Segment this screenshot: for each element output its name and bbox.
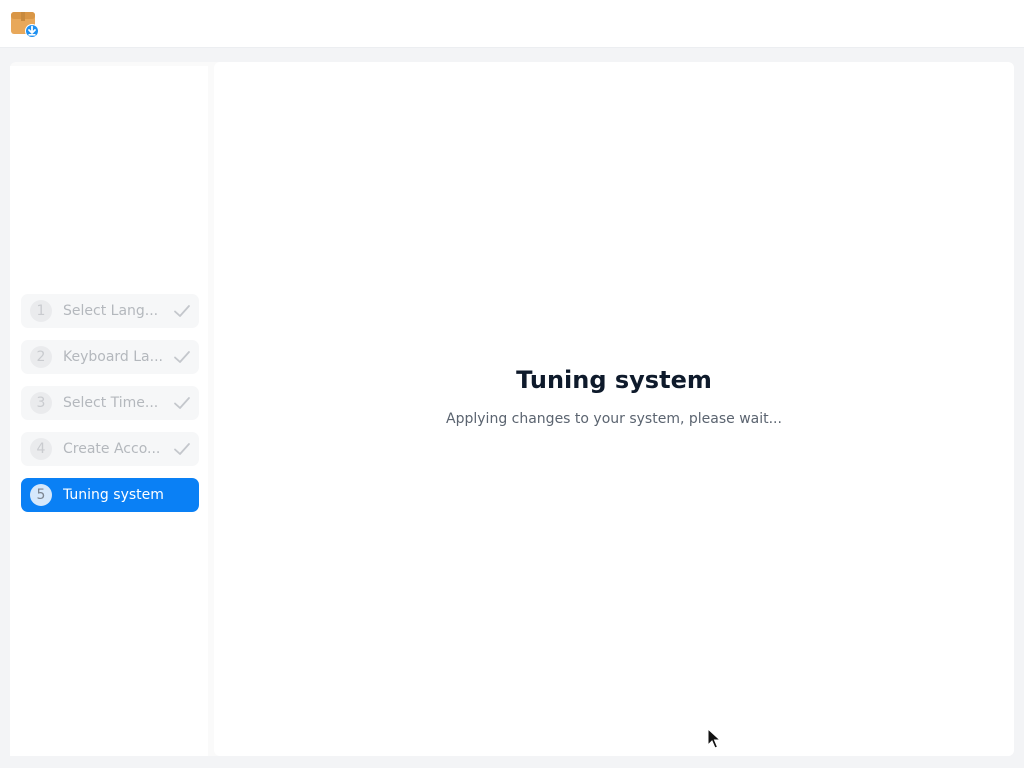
main-content-panel xyxy=(214,62,1014,756)
step-number: 4 xyxy=(30,438,52,460)
step-label: Select Time... xyxy=(63,395,159,411)
check-icon xyxy=(174,397,190,409)
step-number: 1 xyxy=(30,300,52,322)
mouse-pointer-icon xyxy=(707,728,721,749)
step-number: 5 xyxy=(30,484,52,506)
step-number: 2 xyxy=(30,346,52,368)
step-number: 3 xyxy=(30,392,52,414)
step-list: 1 Select Lang... 2 Keyboard La... 3 Sele… xyxy=(21,294,199,524)
check-icon xyxy=(174,305,190,317)
step-select-timezone[interactable]: 3 Select Time... xyxy=(21,386,199,420)
check-icon xyxy=(174,351,190,363)
step-tuning-system[interactable]: 5 Tuning system xyxy=(21,478,199,512)
step-create-account[interactable]: 4 Create Acco... xyxy=(21,432,199,466)
step-label: Tuning system xyxy=(63,487,164,503)
step-keyboard-layout[interactable]: 2 Keyboard La... xyxy=(21,340,199,374)
page-title: Tuning system xyxy=(516,366,712,394)
step-label: Create Acco... xyxy=(63,441,161,457)
title-bar xyxy=(0,0,1024,48)
check-icon xyxy=(174,443,190,455)
step-label: Keyboard La... xyxy=(63,349,163,365)
status-message: Applying changes to your system, please … xyxy=(446,411,782,427)
step-label: Select Lang... xyxy=(63,303,159,319)
package-install-icon xyxy=(11,12,39,38)
step-select-language[interactable]: 1 Select Lang... xyxy=(21,294,199,328)
